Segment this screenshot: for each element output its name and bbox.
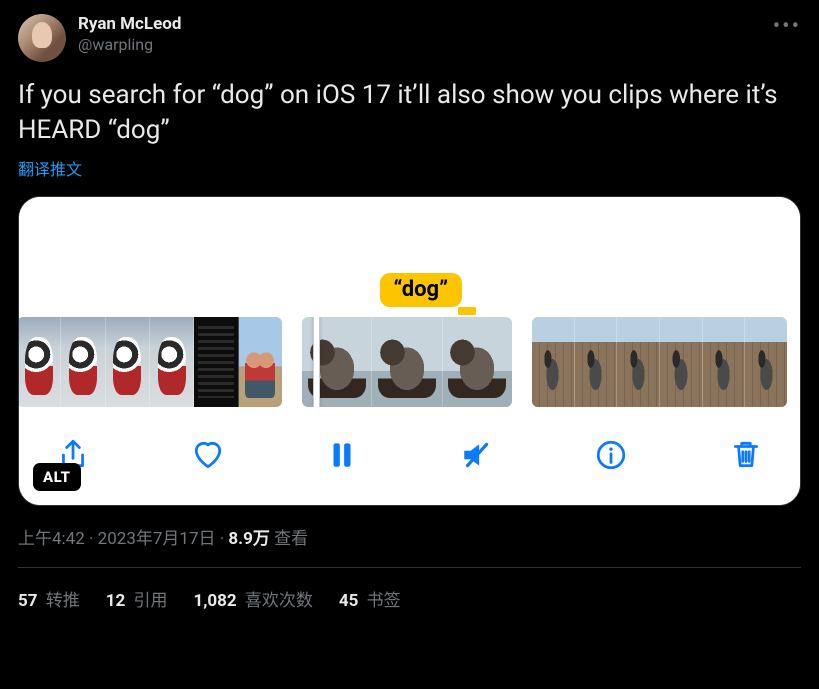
views-count: 8.9万: [228, 529, 269, 549]
media-top-area: “dog”: [19, 197, 800, 307]
bookmarks-stat[interactable]: 45 书签: [339, 586, 401, 611]
display-name: Ryan McLeod: [78, 14, 181, 35]
info-icon[interactable]: [591, 435, 631, 475]
quotes-stat[interactable]: 12 引用: [106, 586, 168, 611]
clip-strips: [19, 317, 800, 407]
pause-icon[interactable]: [322, 435, 362, 475]
tweet-date[interactable]: 2023年7月17日: [98, 529, 216, 549]
trash-icon[interactable]: [726, 435, 766, 475]
more-icon[interactable]: •••: [773, 14, 801, 39]
user-handle: @warpling: [78, 35, 181, 55]
tweet-meta: 上午4:42 · 2023年7月17日 · 8.9万 查看: [18, 524, 801, 549]
alt-badge[interactable]: ALT: [33, 463, 81, 491]
retweets-stat[interactable]: 57 转推: [18, 586, 80, 611]
heart-icon[interactable]: [188, 435, 228, 475]
clip-thumbnail[interactable]: [18, 317, 282, 407]
clip-thumbnail[interactable]: [532, 317, 787, 407]
media-card[interactable]: “dog”: [18, 196, 801, 506]
search-tag-label: “dog”: [380, 273, 463, 307]
tweet-time[interactable]: 上午4:42: [18, 529, 85, 549]
timeline-strip-area: [19, 307, 800, 409]
media-toolbar: [19, 409, 800, 505]
match-marker: [458, 307, 476, 315]
tweet-container: Ryan McLeod @warpling ••• If you search …: [0, 0, 819, 611]
tweet-text: If you search for “dog” on iOS 17 it’ll …: [18, 78, 801, 148]
views-label: 查看: [270, 529, 308, 549]
tweet-stats: 57 转推 12 引用 1,082 喜欢次数 45 书签: [18, 568, 801, 611]
clip-thumbnail[interactable]: [302, 317, 512, 407]
tweet-header: Ryan McLeod @warpling •••: [18, 14, 801, 62]
likes-stat[interactable]: 1,082 喜欢次数: [193, 586, 312, 611]
user-name-block[interactable]: Ryan McLeod @warpling: [78, 14, 181, 55]
mute-icon[interactable]: [457, 435, 497, 475]
avatar[interactable]: [18, 14, 66, 62]
translate-link[interactable]: 翻译推文: [18, 156, 801, 180]
